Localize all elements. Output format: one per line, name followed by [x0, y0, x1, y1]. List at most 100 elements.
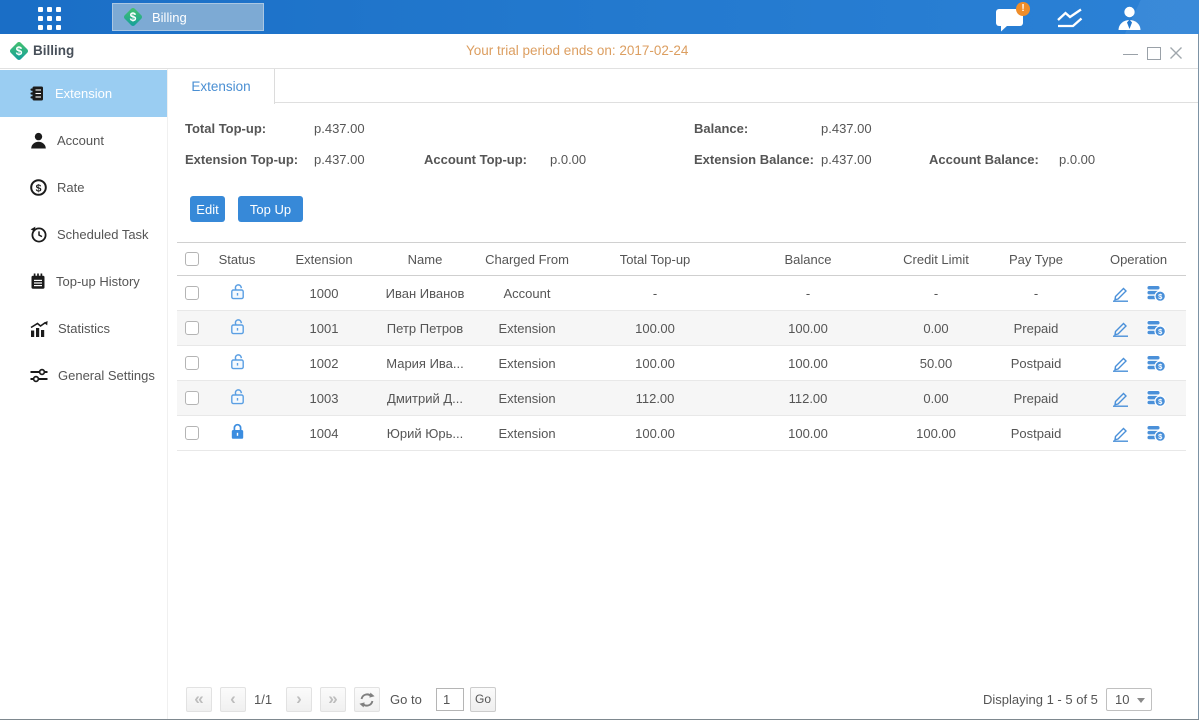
page-size-value: 10	[1115, 692, 1129, 707]
edit-row-icon[interactable]	[1111, 320, 1130, 337]
user-menu-button[interactable]	[1116, 5, 1143, 33]
balance-value: p.437.00	[821, 121, 872, 136]
cell-charged-from: Extension	[469, 381, 585, 416]
displaying-text: Displaying 1 - 5 of 5	[983, 692, 1098, 707]
cell-credit-limit: 0.00	[891, 381, 981, 416]
svg-text:$: $	[16, 44, 23, 58]
sidebar-item-topup-history[interactable]: Top-up History	[0, 258, 167, 305]
col-balance: Balance	[725, 243, 891, 276]
sidebar-item-scheduled-task[interactable]: Scheduled Task	[0, 211, 167, 258]
account-topup-label: Account Top-up:	[424, 152, 527, 167]
last-page-button[interactable]: »	[320, 687, 346, 712]
tab-strip-filler	[275, 69, 1198, 103]
sidebar-item-account[interactable]: Account	[0, 117, 167, 164]
cell-pay-type: Prepaid	[981, 311, 1091, 346]
table-row: 1001 Петр Петров Extension 100.00 100.00…	[177, 311, 1186, 346]
goto-label: Go to	[390, 692, 422, 707]
cell-balance: 100.00	[725, 311, 891, 346]
sidebar-item-label: Account	[57, 133, 104, 148]
col-credit-limit: Credit Limit	[891, 243, 981, 276]
extension-balance-label: Extension Balance:	[694, 152, 814, 167]
table-header-row: Status Extension Name Charged From Total…	[177, 243, 1186, 276]
row-checkbox[interactable]	[185, 356, 199, 370]
col-total-topup: Total Top-up	[585, 243, 725, 276]
user-icon	[1116, 5, 1143, 30]
close-button[interactable]	[1168, 45, 1184, 61]
scheduled-task-icon	[30, 226, 47, 243]
go-button[interactable]: Go	[470, 687, 496, 712]
top-up-row-icon[interactable]: $	[1146, 390, 1166, 407]
row-checkbox[interactable]	[185, 426, 199, 440]
top-up-button[interactable]: Top Up	[238, 196, 303, 222]
tab-strip: Extension	[168, 69, 1198, 104]
cell-credit-limit: 50.00	[891, 346, 981, 381]
cell-pay-type: Postpaid	[981, 416, 1091, 451]
cell-balance: 100.00	[725, 416, 891, 451]
total-topup-value: p.437.00	[314, 121, 365, 136]
refresh-button[interactable]	[354, 687, 380, 712]
app-tab-billing[interactable]: $ Billing	[112, 3, 264, 31]
app-tab-label: Billing	[152, 10, 187, 25]
edit-row-icon[interactable]	[1111, 390, 1130, 407]
row-checkbox[interactable]	[185, 321, 199, 335]
top-up-row-icon[interactable]: $	[1146, 320, 1166, 337]
edit-row-icon[interactable]	[1111, 285, 1130, 302]
sidebar-item-label: Scheduled Task	[57, 227, 149, 242]
maximize-button[interactable]	[1147, 47, 1161, 60]
extension-topup-label: Extension Top-up:	[185, 152, 298, 167]
cell-charged-from: Extension	[469, 311, 585, 346]
account-icon	[30, 132, 47, 149]
sidebar-item-statistics[interactable]: Statistics	[0, 305, 167, 352]
cell-name: Петр Петров	[381, 311, 469, 346]
next-page-button[interactable]: ›	[286, 687, 312, 712]
sidebar-item-rate[interactable]: $ Rate	[0, 164, 167, 211]
refresh-icon	[359, 692, 375, 708]
sidebar-item-extension[interactable]: Extension	[0, 70, 167, 117]
row-checkbox[interactable]	[185, 391, 199, 405]
first-page-button[interactable]: «	[186, 687, 212, 712]
table-row: 1003 Дмитрий Д... Extension 112.00 112.0…	[177, 381, 1186, 416]
total-topup-label: Total Top-up:	[185, 121, 266, 136]
tab-extension[interactable]: Extension	[168, 69, 275, 104]
row-checkbox[interactable]	[185, 286, 199, 300]
app-grid-icon[interactable]	[38, 7, 61, 30]
cell-name: Юрий Юрь...	[381, 416, 469, 451]
col-status: Status	[207, 243, 267, 276]
prev-page-button[interactable]: ‹	[220, 687, 246, 712]
col-operation: Operation	[1091, 243, 1186, 276]
top-up-row-icon[interactable]: $	[1146, 425, 1166, 442]
cell-pay-type: -	[981, 276, 1091, 311]
cell-balance: 100.00	[725, 346, 891, 381]
top-up-row-icon[interactable]: $	[1146, 355, 1166, 372]
cell-charged-from: Extension	[469, 346, 585, 381]
cell-total-topup: 100.00	[585, 311, 725, 346]
balance-label: Balance:	[694, 121, 748, 136]
notification-badge: !	[1016, 2, 1030, 16]
edit-row-icon[interactable]	[1111, 425, 1130, 442]
dropdown-caret-icon	[1137, 698, 1145, 703]
edit-button[interactable]: Edit	[190, 196, 225, 222]
sidebar-item-general-settings[interactable]: General Settings	[0, 352, 167, 399]
page-size-select[interactable]: 10	[1106, 688, 1152, 711]
general-settings-icon	[30, 368, 48, 383]
cell-total-topup: 100.00	[585, 346, 725, 381]
cell-name: Иван Иванов	[381, 276, 469, 311]
window-title: Billing	[33, 43, 74, 58]
page-indicator: 1/1	[254, 692, 272, 707]
sidebar-item-label: General Settings	[58, 368, 155, 383]
title-bar: $ Billing Your trial period ends on: 201…	[0, 34, 1198, 69]
unlocked-icon	[229, 282, 246, 301]
rate-icon: $	[30, 179, 47, 196]
extension-icon	[30, 85, 45, 102]
edit-row-icon[interactable]	[1111, 355, 1130, 372]
minimize-button[interactable]	[1123, 54, 1138, 55]
main-content: Extension Total Top-up: p.437.00 Balance…	[168, 69, 1198, 719]
select-all-checkbox[interactable]	[185, 252, 199, 266]
extension-topup-value: p.437.00	[314, 152, 365, 167]
goto-page-input[interactable]	[436, 688, 464, 711]
monitor-button[interactable]	[1056, 7, 1085, 32]
col-charged-from: Charged From	[469, 243, 585, 276]
cell-balance: 112.00	[725, 381, 891, 416]
top-up-row-icon[interactable]: $	[1146, 285, 1166, 302]
notifications-button[interactable]: !	[995, 6, 1029, 33]
